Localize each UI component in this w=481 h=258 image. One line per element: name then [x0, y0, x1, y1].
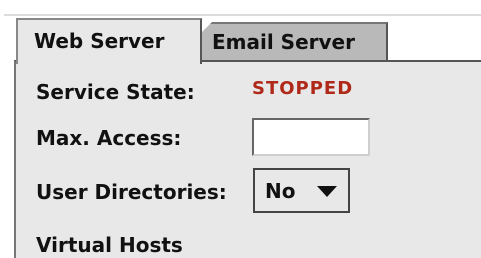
tab-email-server[interactable]: Email Server [200, 22, 388, 60]
service-state-status: STOPPED [252, 78, 354, 99]
tab-email-server-label: Email Server [212, 30, 355, 54]
chevron-down-icon[interactable] [317, 186, 337, 197]
tab-strip-divider [4, 14, 481, 16]
user-directories-selected-value: No [265, 179, 296, 203]
tab-web-server[interactable]: Web Server [16, 18, 202, 64]
max-access-label: Max. Access: [36, 126, 182, 150]
user-directories-select[interactable]: No [253, 168, 350, 213]
service-state-label: Service State: [36, 80, 195, 104]
max-access-input[interactable] [252, 118, 370, 156]
user-directories-label: User Directories: [36, 180, 227, 204]
tab-web-server-label: Web Server [34, 29, 165, 53]
virtual-hosts-label: Virtual Hosts [36, 233, 183, 257]
